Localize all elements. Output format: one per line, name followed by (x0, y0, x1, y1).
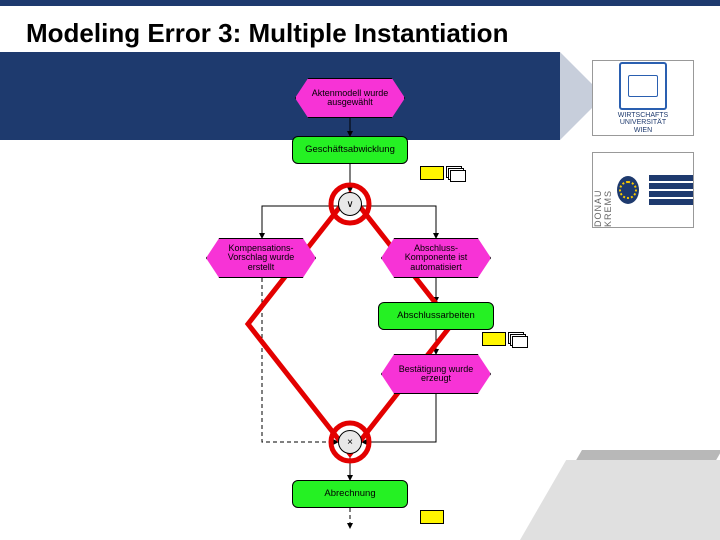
wu-logo-line3: WIEN (634, 127, 652, 134)
event-right-label: Abschluss-Komponente ist automatisiert (381, 238, 491, 278)
top-strip (0, 0, 720, 6)
event-right-2: Bestätigung wurde erzeugt (381, 354, 491, 394)
eu-stars-icon (617, 176, 639, 204)
data-stack-icon (446, 166, 464, 180)
event-right: Abschluss-Komponente ist automatisiert (381, 238, 491, 278)
org-unit-icon-3 (420, 510, 444, 524)
gate-xor-bottom: × (338, 430, 362, 454)
function-bottom: Abrechnung (292, 480, 408, 508)
function-bottom-label: Abrechnung (324, 489, 375, 499)
data-stack-icon-2 (508, 332, 526, 346)
function-right-label: Abschlussarbeiten (397, 311, 475, 321)
page-title: Modeling Error 3: Multiple Instantiation (26, 18, 508, 49)
epc-diagram: Aktenmodell wurde ausgewählt Geschäftsab… (170, 62, 530, 532)
gate-or-top: ∨ (338, 192, 362, 216)
function-top: Geschäftsabwicklung (292, 136, 408, 164)
wu-logo-line2: UNIVERSITÄT (620, 119, 666, 126)
function-right: Abschlussarbeiten (378, 302, 494, 330)
gate-or-top-label: ∨ (346, 199, 353, 210)
wu-seal-icon (619, 62, 667, 110)
event-left: Kompensations-Vorschlag wurde erstellt (206, 238, 316, 278)
diagram-connectors (170, 62, 530, 532)
event-right-2-label: Bestätigung wurde erzeugt (381, 354, 491, 394)
donau-logo-letters: DONAU KREMS (593, 153, 613, 227)
function-top-label: Geschäftsabwicklung (305, 145, 395, 155)
event-start-label: Aktenmodell wurde ausgewählt (295, 78, 405, 118)
org-unit-icon-2 (482, 332, 506, 346)
donau-logo: DONAU KREMS (592, 152, 694, 228)
wu-logo: WIRTSCHAFTS UNIVERSITÄT WIEN (592, 60, 694, 136)
org-unit-icon (420, 166, 444, 180)
donau-stripes-icon (649, 175, 693, 205)
gate-xor-bottom-label: × (347, 437, 353, 448)
wu-logo-line1: WIRTSCHAFTS (618, 112, 668, 119)
event-start: Aktenmodell wurde ausgewählt (295, 78, 405, 118)
event-left-label: Kompensations-Vorschlag wurde erstellt (206, 238, 316, 278)
